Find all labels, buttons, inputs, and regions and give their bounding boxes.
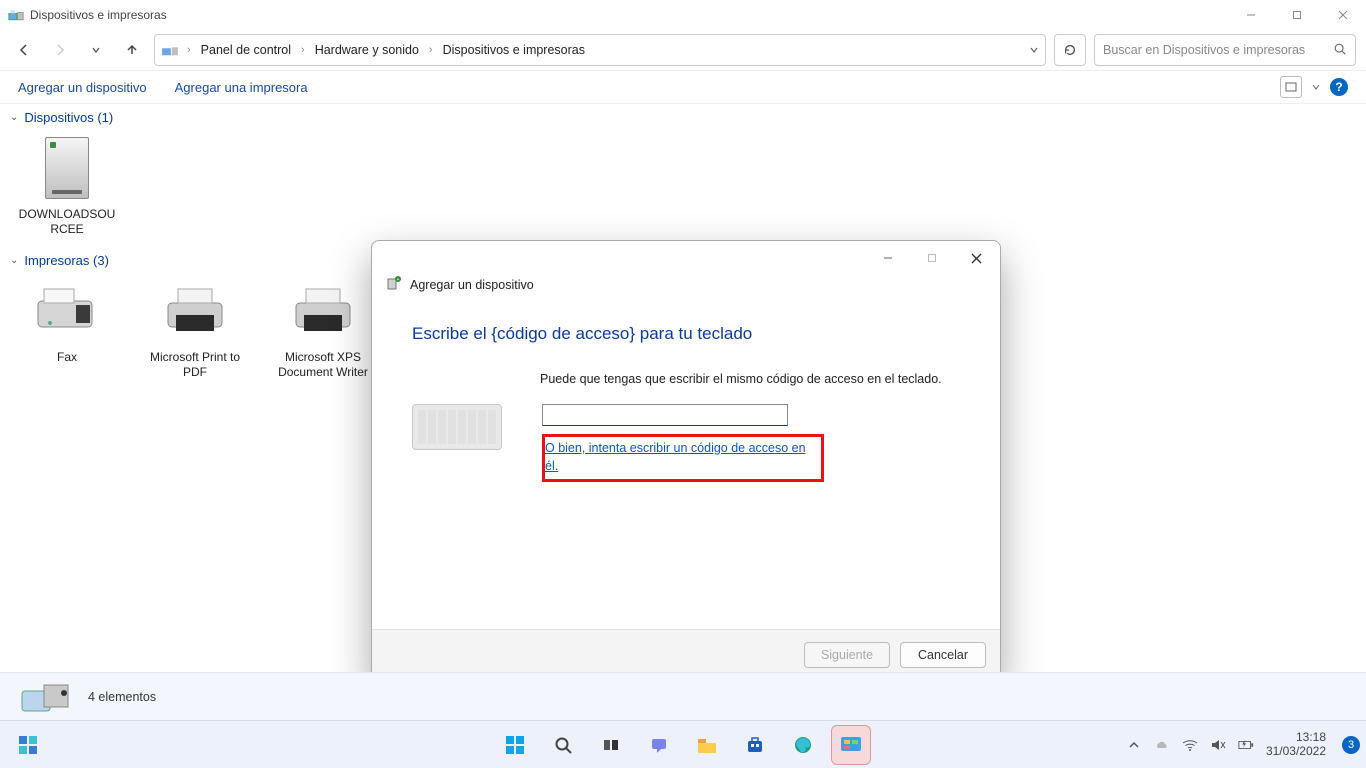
chevron-right-icon: ›	[427, 44, 435, 56]
dialog-maximize-button[interactable]	[910, 243, 954, 273]
up-button[interactable]	[118, 36, 146, 64]
notifications-badge[interactable]: 3	[1342, 736, 1360, 754]
add-device-icon: +	[386, 275, 402, 294]
command-toolbar: Agregar un dispositivo Agregar una impre…	[0, 70, 1366, 104]
back-button[interactable]	[10, 36, 38, 64]
device-label: DOWNLOADSOURCEE	[15, 207, 119, 237]
svg-text:+: +	[397, 277, 400, 283]
navigation-row: › Panel de control › Hardware y sonido ›…	[0, 30, 1366, 70]
breadcrumb[interactable]: Dispositivos e impresoras	[439, 41, 589, 59]
dialog-subtitle-row: + Agregar un dispositivo	[372, 275, 1000, 302]
minimize-button[interactable]	[1228, 0, 1274, 30]
volume-icon[interactable]	[1210, 737, 1226, 753]
add-device-dialog: + Agregar un dispositivo Escribe el {cód…	[371, 240, 1001, 672]
dialog-heading: Escribe el {código de acceso} para tu te…	[412, 324, 960, 344]
next-button[interactable]: Siguiente	[804, 642, 890, 668]
battery-icon[interactable]	[1238, 737, 1254, 753]
group-header-devices[interactable]: ⌄ Dispositivos (1)	[0, 104, 1366, 129]
search-button[interactable]	[543, 725, 583, 765]
widgets-button[interactable]	[8, 725, 48, 765]
close-button[interactable]	[1320, 0, 1366, 30]
control-panel-button[interactable]	[831, 725, 871, 765]
alt-passcode-link[interactable]: O bien, intenta escribir un código de ac…	[545, 441, 806, 473]
printer-item[interactable]: Microsoft XPS Document Writer	[268, 276, 378, 380]
task-view-button[interactable]	[591, 725, 631, 765]
edge-button[interactable]	[783, 725, 823, 765]
passcode-input[interactable]	[542, 404, 788, 426]
chevron-right-icon: ›	[185, 44, 193, 56]
taskbar: 13:18 31/03/2022 3	[0, 720, 1366, 768]
recent-locations-button[interactable]	[82, 36, 110, 64]
fax-icon	[32, 276, 102, 346]
dialog-footer: Siguiente Cancelar	[372, 629, 1000, 672]
help-button[interactable]: ?	[1330, 78, 1348, 96]
file-explorer-button[interactable]	[687, 725, 727, 765]
address-bar[interactable]: › Panel de control › Hardware y sonido ›…	[154, 34, 1046, 66]
refresh-button[interactable]	[1054, 34, 1086, 66]
status-text: 4 elementos	[88, 690, 156, 704]
chevron-down-icon[interactable]	[1312, 83, 1320, 91]
taskbar-clock[interactable]: 13:18 31/03/2022	[1266, 731, 1326, 759]
clock-time: 13:18	[1266, 731, 1326, 745]
start-button[interactable]	[495, 725, 535, 765]
dialog-subtitle: Agregar un dispositivo	[410, 278, 534, 292]
chevron-down-icon: ⌄	[10, 112, 18, 123]
chat-button[interactable]	[639, 725, 679, 765]
breadcrumb[interactable]: Hardware y sonido	[311, 41, 423, 59]
window-title: Dispositivos e impresoras	[30, 8, 167, 22]
view-options-button[interactable]	[1280, 76, 1302, 98]
clock-date: 31/03/2022	[1266, 745, 1326, 759]
search-placeholder: Buscar en Dispositivos e impresoras	[1103, 43, 1305, 57]
content-area: ⌄ Dispositivos (1) DOWNLOADSOURCEE ⌄ Imp…	[0, 104, 1366, 672]
dialog-hint: Puede que tengas que escribir el mismo c…	[540, 372, 960, 386]
chevron-down-icon[interactable]	[1029, 45, 1039, 55]
dialog-minimize-button[interactable]	[866, 243, 910, 273]
dialog-body: Escribe el {código de acceso} para tu te…	[372, 302, 1000, 629]
maximize-button[interactable]	[1274, 0, 1320, 30]
printer-label: Microsoft XPS Document Writer	[271, 350, 375, 380]
devices-printers-icon	[8, 8, 24, 22]
dialog-close-button[interactable]	[954, 243, 998, 273]
cancel-button[interactable]: Cancelar	[900, 642, 986, 668]
status-bar: 4 elementos	[0, 672, 1366, 720]
breadcrumb[interactable]: Panel de control	[197, 41, 295, 59]
wifi-icon[interactable]	[1182, 737, 1198, 753]
group-title: Dispositivos (1)	[24, 110, 113, 125]
window-titlebar: Dispositivos e impresoras	[0, 0, 1366, 30]
add-device-button[interactable]: Agregar un dispositivo	[18, 80, 147, 95]
dialog-titlebar	[372, 241, 1000, 275]
group-title: Impresoras (3)	[24, 253, 109, 268]
printer-item[interactable]: Microsoft Print to PDF	[140, 276, 250, 380]
highlight-box: O bien, intenta escribir un código de ac…	[542, 434, 824, 482]
devices-printers-icon	[161, 42, 179, 58]
search-input[interactable]: Buscar en Dispositivos e impresoras	[1094, 34, 1356, 66]
device-item[interactable]: DOWNLOADSOURCEE	[12, 133, 122, 237]
printer-item[interactable]: Fax	[12, 276, 122, 380]
tray-overflow-icon[interactable]	[1126, 737, 1142, 753]
printer-icon	[160, 276, 230, 346]
onedrive-icon[interactable]	[1154, 737, 1170, 753]
printer-icon	[288, 276, 358, 346]
devices-grid: DOWNLOADSOURCEE	[0, 129, 1366, 247]
keyboard-icon	[412, 404, 502, 450]
forward-button[interactable]	[46, 36, 74, 64]
add-printer-button[interactable]: Agregar una impresora	[175, 80, 308, 95]
printer-label: Microsoft Print to PDF	[143, 350, 247, 380]
store-button[interactable]	[735, 725, 775, 765]
computer-icon	[32, 133, 102, 203]
printer-label: Fax	[57, 350, 77, 365]
chevron-right-icon: ›	[299, 44, 307, 56]
chevron-down-icon: ⌄	[10, 255, 18, 266]
devices-printers-icon	[18, 677, 74, 717]
search-icon	[1333, 42, 1347, 59]
